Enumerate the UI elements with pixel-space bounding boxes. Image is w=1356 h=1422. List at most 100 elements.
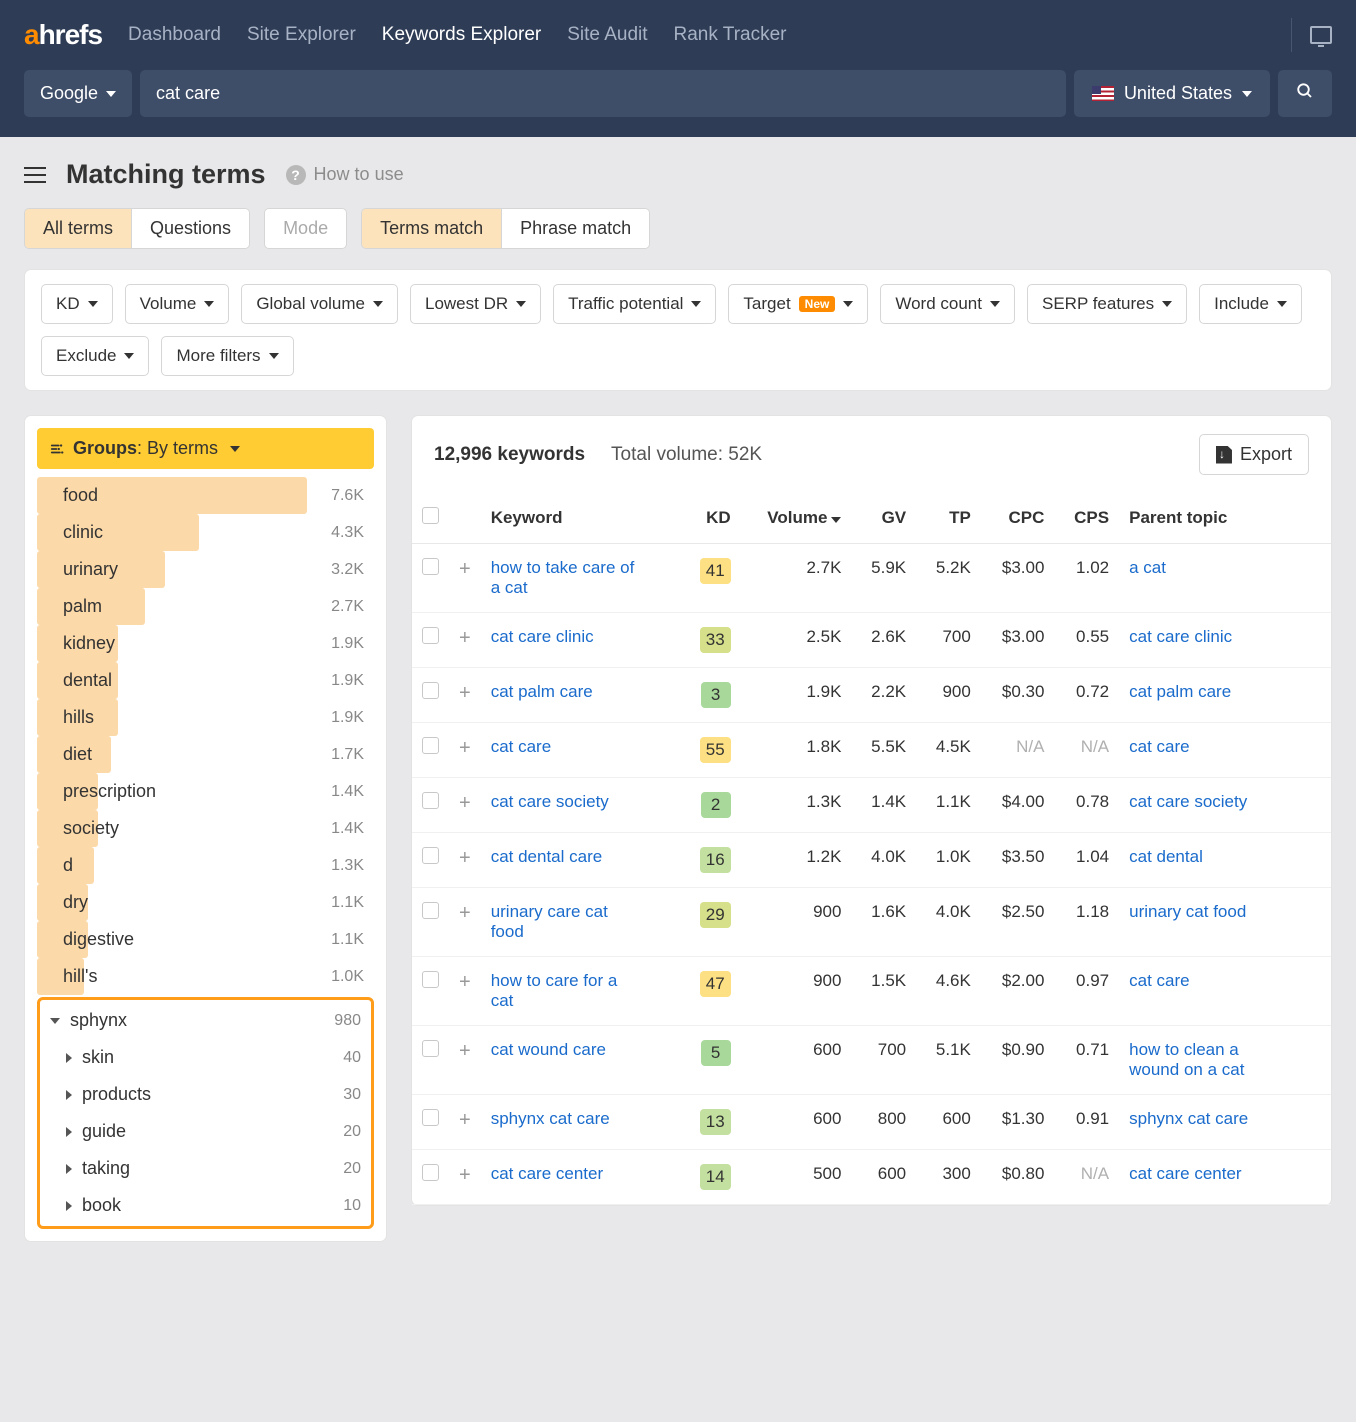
search-engine-select[interactable]: Google bbox=[24, 70, 132, 117]
tab-questions[interactable]: Questions bbox=[131, 209, 249, 248]
filter-lowest-dr[interactable]: Lowest DR bbox=[410, 284, 541, 324]
filter-include[interactable]: Include bbox=[1199, 284, 1302, 324]
keyword-link[interactable]: cat dental care bbox=[491, 847, 603, 867]
group-row[interactable]: dry1.1K bbox=[37, 884, 374, 921]
filter-serp-features[interactable]: SERP features bbox=[1027, 284, 1187, 324]
col-cpc[interactable]: CPC bbox=[981, 493, 1055, 544]
tab-phrase-match[interactable]: Phrase match bbox=[501, 209, 649, 248]
expand-row-icon[interactable]: + bbox=[459, 558, 471, 580]
expand-row-icon[interactable]: + bbox=[459, 1040, 471, 1062]
expand-row-icon[interactable]: + bbox=[459, 1109, 471, 1131]
expand-row-icon[interactable]: + bbox=[459, 902, 471, 924]
parent-topic-link[interactable]: cat care clinic bbox=[1129, 627, 1232, 647]
group-row[interactable]: digestive1.1K bbox=[37, 921, 374, 958]
export-button[interactable]: Export bbox=[1199, 434, 1309, 475]
col-volume[interactable]: Volume bbox=[741, 493, 852, 544]
group-subrow[interactable]: taking20 bbox=[40, 1150, 371, 1187]
group-row[interactable]: hill's1.0K bbox=[37, 958, 374, 995]
group-subrow[interactable]: products30 bbox=[40, 1076, 371, 1113]
groups-header[interactable]: Groups: By terms bbox=[37, 428, 374, 469]
group-subrow[interactable]: book10 bbox=[40, 1187, 371, 1224]
row-checkbox[interactable] bbox=[422, 1109, 439, 1126]
country-select[interactable]: United States bbox=[1074, 70, 1270, 117]
col-cps[interactable]: CPS bbox=[1054, 493, 1119, 544]
row-checkbox[interactable] bbox=[422, 1040, 439, 1057]
parent-topic-link[interactable]: cat care bbox=[1129, 737, 1189, 757]
expand-row-icon[interactable]: + bbox=[459, 627, 471, 649]
keyword-link[interactable]: cat care clinic bbox=[491, 627, 594, 647]
nav-item-site-audit[interactable]: Site Audit bbox=[567, 24, 647, 46]
group-row[interactable]: d1.3K bbox=[37, 847, 374, 884]
nav-item-keywords-explorer[interactable]: Keywords Explorer bbox=[382, 24, 541, 46]
group-row[interactable]: dental1.9K bbox=[37, 662, 374, 699]
col-parent-topic[interactable]: Parent topic bbox=[1119, 493, 1331, 544]
keyword-link[interactable]: how to care for a cat bbox=[491, 971, 641, 1011]
row-checkbox[interactable] bbox=[422, 902, 439, 919]
keyword-link[interactable]: how to take care of a cat bbox=[491, 558, 641, 598]
keyword-link[interactable]: urinary care cat food bbox=[491, 902, 641, 942]
tab-all-terms[interactable]: All terms bbox=[25, 209, 131, 248]
group-row[interactable]: diet1.7K bbox=[37, 736, 374, 773]
row-checkbox[interactable] bbox=[422, 847, 439, 864]
parent-topic-link[interactable]: sphynx cat care bbox=[1129, 1109, 1248, 1129]
filter-target[interactable]: TargetNew bbox=[728, 284, 868, 324]
keyword-link[interactable]: cat care bbox=[491, 737, 551, 757]
expand-row-icon[interactable]: + bbox=[459, 847, 471, 869]
tab-terms-match[interactable]: Terms match bbox=[362, 209, 501, 248]
group-row[interactable]: palm2.7K bbox=[37, 588, 374, 625]
keyword-link[interactable]: sphynx cat care bbox=[491, 1109, 610, 1129]
row-checkbox[interactable] bbox=[422, 737, 439, 754]
group-row[interactable]: urinary3.2K bbox=[37, 551, 374, 588]
nav-item-site-explorer[interactable]: Site Explorer bbox=[247, 24, 356, 46]
parent-topic-link[interactable]: cat dental bbox=[1129, 847, 1203, 867]
row-checkbox[interactable] bbox=[422, 971, 439, 988]
filter-traffic-potential[interactable]: Traffic potential bbox=[553, 284, 716, 324]
how-to-use-link[interactable]: ? How to use bbox=[286, 164, 404, 185]
parent-topic-link[interactable]: cat care society bbox=[1129, 792, 1247, 812]
parent-topic-link[interactable]: how to clean a wound on a cat bbox=[1129, 1040, 1289, 1080]
row-checkbox[interactable] bbox=[422, 627, 439, 644]
group-row[interactable]: food7.6K bbox=[37, 477, 374, 514]
group-row[interactable]: society1.4K bbox=[37, 810, 374, 847]
keyword-link[interactable]: cat wound care bbox=[491, 1040, 606, 1060]
group-row-expanded[interactable]: sphynx 980 bbox=[40, 1002, 371, 1039]
group-row[interactable]: prescription1.4K bbox=[37, 773, 374, 810]
monitor-icon[interactable] bbox=[1310, 26, 1332, 44]
nav-item-dashboard[interactable]: Dashboard bbox=[128, 24, 221, 46]
logo[interactable]: ahrefs bbox=[24, 19, 102, 51]
group-subrow[interactable]: guide20 bbox=[40, 1113, 371, 1150]
menu-toggle-icon[interactable] bbox=[24, 167, 46, 183]
keyword-link[interactable]: cat palm care bbox=[491, 682, 593, 702]
filter-exclude[interactable]: Exclude bbox=[41, 336, 149, 376]
filter-volume[interactable]: Volume bbox=[125, 284, 230, 324]
search-button[interactable] bbox=[1278, 70, 1332, 117]
parent-topic-link[interactable]: cat care bbox=[1129, 971, 1189, 991]
filter-global-volume[interactable]: Global volume bbox=[241, 284, 398, 324]
row-checkbox[interactable] bbox=[422, 1164, 439, 1181]
filter-word-count[interactable]: Word count bbox=[880, 284, 1015, 324]
keyword-input[interactable] bbox=[140, 70, 1066, 117]
col-keyword[interactable]: Keyword bbox=[481, 493, 681, 544]
row-checkbox[interactable] bbox=[422, 558, 439, 575]
col-kd[interactable]: KD bbox=[681, 493, 741, 544]
col-tp[interactable]: TP bbox=[916, 493, 981, 544]
expand-row-icon[interactable]: + bbox=[459, 682, 471, 704]
group-row[interactable]: clinic4.3K bbox=[37, 514, 374, 551]
filter-more-filters[interactable]: More filters bbox=[161, 336, 293, 376]
row-checkbox[interactable] bbox=[422, 682, 439, 699]
keyword-link[interactable]: cat care society bbox=[491, 792, 609, 812]
parent-topic-link[interactable]: a cat bbox=[1129, 558, 1166, 578]
group-subrow[interactable]: skin40 bbox=[40, 1039, 371, 1076]
nav-item-rank-tracker[interactable]: Rank Tracker bbox=[674, 24, 787, 46]
keyword-link[interactable]: cat care center bbox=[491, 1164, 603, 1184]
expand-row-icon[interactable]: + bbox=[459, 737, 471, 759]
row-checkbox[interactable] bbox=[422, 792, 439, 809]
parent-topic-link[interactable]: urinary cat food bbox=[1129, 902, 1246, 922]
select-all-checkbox[interactable] bbox=[422, 507, 439, 524]
parent-topic-link[interactable]: cat care center bbox=[1129, 1164, 1241, 1184]
filter-kd[interactable]: KD bbox=[41, 284, 113, 324]
expand-row-icon[interactable]: + bbox=[459, 792, 471, 814]
expand-row-icon[interactable]: + bbox=[459, 971, 471, 993]
parent-topic-link[interactable]: cat palm care bbox=[1129, 682, 1231, 702]
expand-row-icon[interactable]: + bbox=[459, 1164, 471, 1186]
